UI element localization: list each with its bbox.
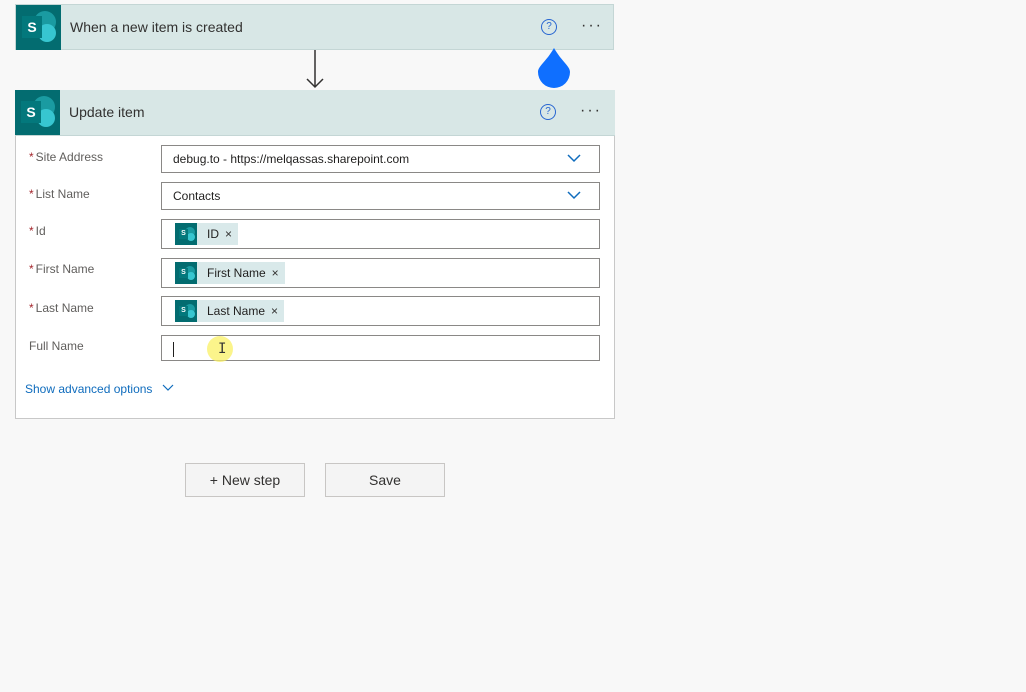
sharepoint-logo-icon: S bbox=[175, 300, 197, 322]
id-token[interactable]: S ID × bbox=[175, 223, 239, 245]
text-caret bbox=[173, 342, 174, 357]
last-name-token[interactable]: S Last Name × bbox=[175, 300, 285, 322]
sharepoint-logo-icon: S bbox=[15, 90, 60, 135]
first-name-field[interactable]: S First Name × bbox=[161, 258, 600, 288]
list-name-value: Contacts bbox=[173, 189, 221, 203]
text-cursor-icon: I bbox=[218, 341, 227, 357]
sharepoint-logo-icon: S bbox=[175, 223, 197, 245]
help-circle-icon[interactable]: ? bbox=[541, 19, 557, 35]
trigger-card[interactable]: S When a new item is created ? ··· bbox=[15, 4, 614, 50]
site-address-dropdown[interactable]: debug.to - https://melqassas.sharepoint.… bbox=[161, 145, 600, 173]
arrow-down-icon bbox=[306, 50, 324, 89]
list-name-dropdown[interactable]: Contacts bbox=[161, 182, 600, 210]
close-icon[interactable]: × bbox=[271, 304, 278, 318]
help-circle-icon[interactable]: ? bbox=[540, 104, 556, 120]
save-button[interactable]: Save bbox=[325, 463, 445, 497]
close-icon[interactable]: × bbox=[225, 227, 232, 241]
last-name-label: * Last Name bbox=[29, 301, 94, 315]
new-step-button[interactable]: + New step bbox=[185, 463, 305, 497]
first-name-token[interactable]: S First Name × bbox=[175, 262, 285, 284]
site-address-value: debug.to - https://melqassas.sharepoint.… bbox=[173, 152, 410, 166]
id-label: * Id bbox=[29, 224, 46, 238]
more-ellipsis-icon[interactable]: ··· bbox=[579, 102, 603, 122]
full-name-label: Full Name bbox=[29, 339, 84, 353]
site-address-label: * Site Address bbox=[29, 150, 104, 164]
more-ellipsis-icon[interactable]: ··· bbox=[580, 17, 604, 37]
close-icon[interactable]: × bbox=[272, 266, 279, 280]
trigger-title: When a new item is created bbox=[70, 19, 243, 35]
sharepoint-logo-icon: S bbox=[175, 262, 197, 284]
drop-indicator-icon[interactable] bbox=[536, 48, 572, 90]
first-name-label: * First Name bbox=[29, 262, 95, 276]
update-item-title: Update item bbox=[69, 104, 145, 120]
update-item-header[interactable]: S Update item ? ··· bbox=[15, 90, 615, 136]
show-advanced-options-link[interactable]: Show advanced options bbox=[25, 382, 152, 396]
list-name-label: * List Name bbox=[29, 187, 90, 201]
sharepoint-logo-icon: S bbox=[16, 5, 61, 50]
chevron-down-icon[interactable] bbox=[162, 384, 174, 392]
update-item-card: S Update item ? ··· * Site Address debug.… bbox=[15, 90, 615, 419]
last-name-field[interactable]: S Last Name × bbox=[161, 296, 600, 326]
id-field[interactable]: S ID × bbox=[161, 219, 600, 249]
chevron-down-icon[interactable] bbox=[567, 191, 581, 200]
chevron-down-icon[interactable] bbox=[567, 154, 581, 163]
